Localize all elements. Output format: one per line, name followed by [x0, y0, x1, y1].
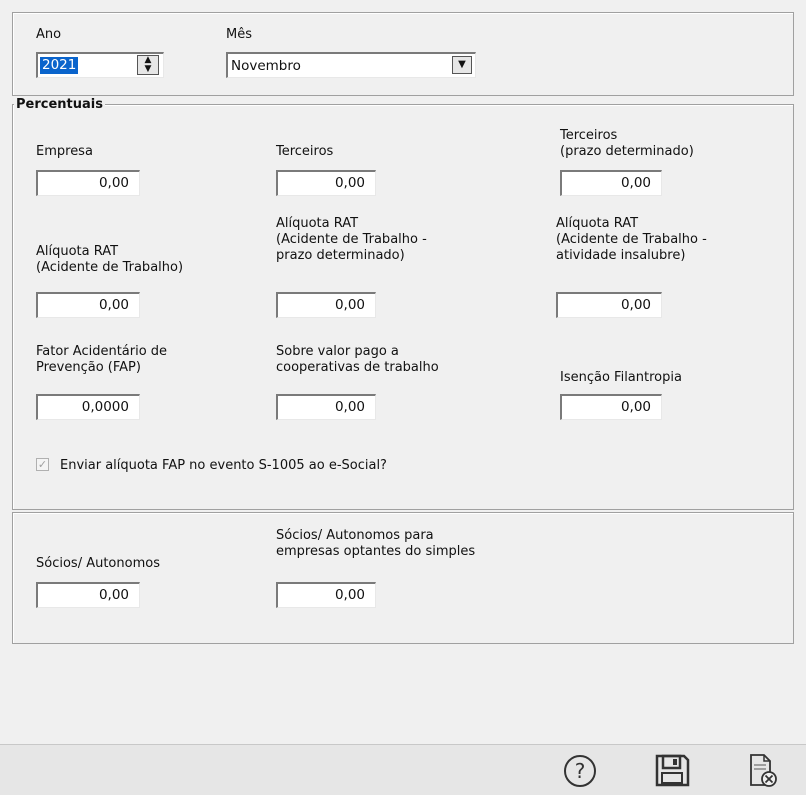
socios-simples-label: Sócios/ Autonomos para empresas optantes… [276, 528, 476, 559]
year-value[interactable]: 2021 [40, 57, 79, 74]
floppy-disk-icon [655, 754, 690, 787]
document-cancel-icon [750, 754, 777, 787]
question-circle-icon: ? [564, 755, 596, 787]
terceiros-label: Terceiros [276, 144, 334, 159]
socios-simples-field[interactable]: 0,00 [276, 582, 376, 608]
rat-insalubre-label: Alíquota RAT (Acidente de Trabalho - ati… [556, 216, 707, 263]
fap-field[interactable]: 0,0000 [36, 394, 140, 420]
chevron-down-icon[interactable]: ▼ [452, 56, 472, 74]
empresa-label: Empresa [36, 144, 93, 159]
percentuais-title: Percentuais [14, 97, 105, 112]
filantropia-field[interactable]: 0,00 [560, 394, 662, 420]
help-button[interactable]: ? [560, 751, 600, 791]
empresa-field[interactable]: 0,00 [36, 170, 140, 196]
rat-prazo-field[interactable]: 0,00 [276, 292, 376, 318]
fap-checkbox-label[interactable]: Enviar alíquota FAP no evento S-1005 ao … [60, 458, 387, 474]
year-spinner[interactable]: 2021 ▲ ▼ [36, 52, 164, 78]
cancel-button[interactable] [742, 751, 782, 791]
cooperativas-label: Sobre valor pago a cooperativas de traba… [276, 344, 439, 375]
socios-autonomos-label: Sócios/ Autonomos [36, 556, 160, 571]
year-spin-buttons[interactable]: ▲ ▼ [137, 55, 159, 75]
filantropia-label: Isenção Filantropia [560, 370, 682, 385]
terceiros-field[interactable]: 0,00 [276, 170, 376, 196]
fap-checkbox[interactable]: ✓ [36, 458, 49, 471]
socios-autonomos-field[interactable]: 0,00 [36, 582, 140, 608]
rat-label: Alíquota RAT (Acidente de Trabalho) [36, 244, 184, 275]
svg-text:?: ? [575, 759, 586, 783]
month-label: Mês [226, 27, 252, 42]
cooperativas-field[interactable]: 0,00 [276, 394, 376, 420]
month-select[interactable]: Novembro ▼ [226, 52, 476, 78]
spin-down-icon[interactable]: ▼ [138, 65, 158, 74]
rat-prazo-label: Alíquota RAT (Acidente de Trabalho - pra… [276, 216, 427, 263]
terceiros-prazo-label: Terceiros (prazo determinado) [560, 128, 694, 159]
fap-label: Fator Acidentário de Prevenção (FAP) [36, 344, 168, 375]
year-label: Ano [36, 27, 62, 42]
terceiros-prazo-field[interactable]: 0,00 [560, 170, 662, 196]
save-button[interactable] [652, 751, 692, 791]
rat-field[interactable]: 0,00 [36, 292, 140, 318]
month-value: Novembro [231, 58, 301, 74]
bottom-toolbar: ? [0, 744, 806, 795]
rat-insalubre-field[interactable]: 0,00 [556, 292, 662, 318]
